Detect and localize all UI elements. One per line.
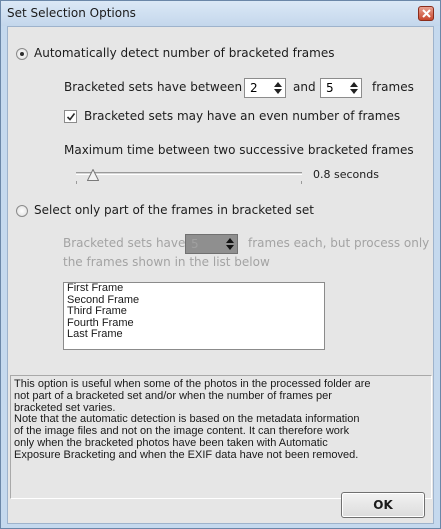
spin-arrows-icon[interactable] <box>350 81 358 95</box>
info-line: Exposure Bracketing and when the EXIF da… <box>14 448 359 461</box>
have-label: Bracketed sets have <box>63 236 186 250</box>
dialog-client: Automatically detect number of bracketed… <box>7 26 434 524</box>
radio-selected-dot <box>20 52 24 56</box>
manual-select-radio[interactable] <box>16 205 28 217</box>
and-label: and <box>293 80 316 94</box>
ok-button-label: OK <box>373 498 393 512</box>
list-item[interactable]: Third Frame <box>64 305 324 318</box>
ok-button[interactable]: OK <box>341 492 425 518</box>
auto-detect-label[interactable]: Automatically detect number of bracketed… <box>34 46 334 60</box>
even-frames-label[interactable]: Bracketed sets may have an even number o… <box>84 109 400 123</box>
process-label-line2: the frames shown in the list below <box>63 255 270 269</box>
slider-thumb[interactable] <box>87 169 99 181</box>
dialog-window: Set Selection Options Automatically dete… <box>0 0 441 529</box>
frames-listbox[interactable]: First Frame Second Frame Third Frame Fou… <box>63 282 325 350</box>
min-frames-spinner[interactable]: 2 <box>244 78 286 98</box>
list-item[interactable]: First Frame <box>64 282 324 295</box>
title-bar[interactable]: Set Selection Options <box>1 1 440 26</box>
max-time-value: 0.8 seconds <box>313 168 379 181</box>
info-text-box: This option is useful when some of the p… <box>10 375 432 499</box>
even-frames-checkbox[interactable] <box>64 110 77 123</box>
info-line: not part of a bracketed set and/or when … <box>14 389 332 402</box>
auto-detect-radio[interactable] <box>16 48 28 60</box>
min-frames-value: 2 <box>250 81 258 95</box>
manual-select-label[interactable]: Select only part of the frames in bracke… <box>34 203 314 217</box>
spin-arrows-icon[interactable] <box>226 237 234 251</box>
spin-arrows-icon[interactable] <box>274 81 282 95</box>
info-line: only when the bracketed photos have been… <box>14 436 328 449</box>
close-button[interactable] <box>418 6 434 21</box>
slider-tick <box>76 181 77 184</box>
list-item[interactable]: Last Frame <box>64 328 324 341</box>
window-title: Set Selection Options <box>7 6 136 20</box>
between-label: Bracketed sets have between <box>64 80 243 94</box>
max-time-slider-track[interactable] <box>76 172 302 175</box>
frames-per-set-value: 5 <box>191 237 199 251</box>
close-icon <box>422 9 431 18</box>
max-time-label: Maximum time between two successive brac… <box>64 143 414 157</box>
max-frames-value: 5 <box>326 81 334 95</box>
info-line: This option is useful when some of the p… <box>14 378 371 390</box>
slider-tick <box>301 181 302 184</box>
checkmark-icon <box>66 113 76 121</box>
frames-label: frames <box>372 80 414 94</box>
frames-per-set-spinner[interactable]: 5 <box>185 234 238 254</box>
max-frames-spinner[interactable]: 5 <box>320 78 362 98</box>
process-label-line1: frames each, but process only <box>248 236 430 250</box>
